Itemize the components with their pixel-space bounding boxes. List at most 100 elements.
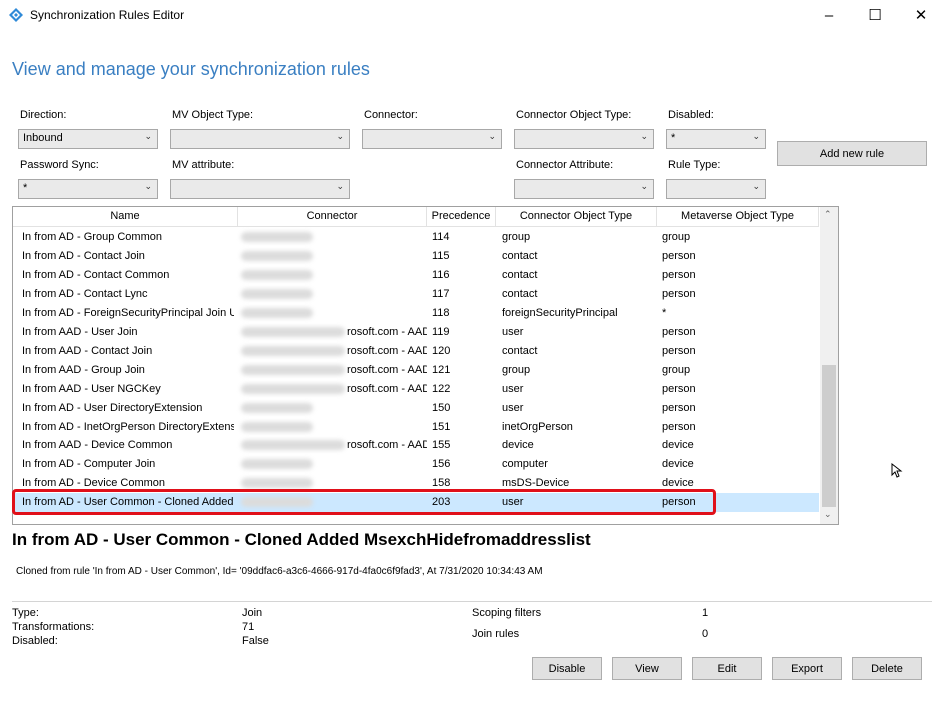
rule-details-title: In from AD - User Common - Cloned Added … [12, 530, 591, 549]
table-cell-mot: person [662, 325, 696, 338]
table-row[interactable]: In from AAD - User NGCKey rosoft.com - AA… [13, 380, 819, 399]
table-cell-name: In from AD - Computer Join [22, 458, 156, 471]
column-header-connector-object-type[interactable]: Connector Object Type [496, 207, 657, 227]
table-cell-cot: inetOrgPerson [502, 420, 573, 433]
export-button[interactable]: Export [772, 657, 842, 680]
rule-type-select[interactable]: ⌄ [666, 179, 766, 199]
connector-object-type-select[interactable]: ⌄ [514, 129, 654, 149]
table-cell-cot: foreignSecurityPrincipal [502, 306, 618, 319]
redacted-connector [241, 421, 313, 432]
close-button[interactable]: ✕ [898, 0, 944, 30]
table-cell-mot: person [662, 382, 696, 395]
table-cell-precedence: 122 [432, 382, 451, 395]
delete-button[interactable]: Delete [852, 657, 922, 680]
table-cell-precedence: 155 [432, 439, 451, 452]
table-row[interactable]: In from AD - Group Common 114 group group [13, 228, 819, 247]
redacted-connector [241, 440, 345, 451]
redacted-connector [241, 288, 313, 299]
mv-object-type-select[interactable]: ⌄ [170, 129, 350, 149]
mv-attribute-select[interactable]: ⌄ [170, 179, 350, 199]
table-cell-name: In from AAD - Contact Join [22, 344, 153, 357]
table-cell-cot: user [502, 382, 524, 395]
table-cell-cot: contact [502, 344, 538, 357]
table-row[interactable]: In from AD - User DirectoryExtension 150 u… [13, 399, 819, 418]
scroll-up-icon[interactable]: ⌃ [824, 209, 832, 220]
redacted-connector [241, 383, 345, 394]
edit-button[interactable]: Edit [692, 657, 762, 680]
column-header-connector[interactable]: Connector [238, 207, 427, 227]
disabled-status-label: Disabled: [12, 635, 58, 647]
column-header-metaverse-object-type[interactable]: Metaverse Object Type [657, 207, 819, 227]
maximize-icon: ☐ [868, 7, 882, 24]
table-row[interactable]: In from AD - Contact Join 115 contact perso… [13, 247, 819, 266]
column-header-name[interactable]: Name [13, 207, 238, 227]
disabled-select[interactable]: * ⌄ [666, 129, 766, 149]
connector-attribute-select[interactable]: ⌄ [514, 179, 654, 199]
disabled-value: * [671, 132, 676, 144]
table-row[interactable]: In from AAD - User Join rosoft.com - AAD 1… [13, 323, 819, 342]
chevron-down-icon: ⌄ [640, 181, 648, 191]
password-sync-select[interactable]: * ⌄ [18, 179, 158, 199]
table-cell-connector: rosoft.com - AAD [347, 439, 427, 452]
redacted-connector [241, 478, 313, 489]
maximize-button[interactable]: ☐ [852, 0, 898, 30]
table-cell-mot: person [662, 420, 696, 433]
scrollbar-thumb[interactable] [822, 365, 836, 507]
table-cell-name: In from AAD - Device Common [22, 439, 173, 452]
table-cell-connector: rosoft.com - AAD [347, 325, 427, 338]
table-row[interactable]: In from AD - Contact Common 116 contact per… [13, 266, 819, 285]
view-button[interactable]: View [612, 657, 682, 680]
rule-details-subtitle: Cloned from rule 'In from AD - User Comm… [16, 566, 543, 577]
table-cell-precedence: 121 [432, 363, 451, 376]
minimize-button[interactable]: – [806, 0, 852, 30]
table-row[interactable]: In from AD - InetOrgPerson DirectoryExte… [13, 418, 819, 437]
table-cell-cot: user [502, 401, 524, 414]
table-cell-connector: rosoft.com - AAD [347, 344, 427, 357]
connector-select[interactable]: ⌄ [362, 129, 502, 149]
close-icon: ✕ [914, 7, 928, 24]
join-rules-value: 0 [702, 628, 709, 640]
mouse-cursor-icon [891, 463, 903, 478]
table-row[interactable]: In from AAD - Group Join rosoft.com - AAD… [13, 361, 819, 380]
minimize-icon: – [824, 6, 834, 24]
table-row[interactable]: In from AD - Computer Join 156 computer dev… [13, 455, 819, 474]
table-cell-precedence: 114 [432, 231, 450, 243]
table-cell-cot: device [502, 439, 534, 452]
table-row[interactable]: In from AD - Contact Lync 117 contact perso… [13, 285, 819, 304]
type-value: Join [242, 607, 263, 619]
table-cell-name: In from AD - Device Common [22, 477, 166, 490]
table-cell-name: In from AD - Contact Lync [22, 287, 148, 300]
table-cell-precedence: 116 [432, 268, 450, 281]
table-cell-mot: person [662, 344, 696, 357]
table-cell-mot: person [662, 287, 696, 300]
column-header-precedence[interactable]: Precedence [427, 207, 496, 227]
table-row[interactable]: In from AAD - Contact Join rosoft.com - A… [13, 342, 819, 361]
table-cell-mot: person [662, 401, 696, 414]
direction-select[interactable]: Inbound ⌄ [18, 129, 158, 149]
table-cell-precedence: 118 [432, 306, 450, 319]
rules-grid[interactable]: Name Connector Precedence Connector Obje… [12, 206, 839, 525]
table-cell-precedence: 151 [432, 420, 451, 433]
window-title: Synchronization Rules Editor [30, 8, 185, 22]
table-cell-cot: contact [502, 268, 538, 281]
table-cell-precedence: 158 [432, 477, 451, 490]
rule-type-label: Rule Type: [668, 159, 721, 171]
add-new-rule-button[interactable]: Add new rule [777, 141, 927, 166]
table-cell-mot: device [662, 458, 694, 471]
table-cell-name: In from AAD - User Join [22, 325, 138, 338]
table-row[interactable]: In from AAD - Device Common rosoft.com - … [13, 436, 819, 455]
chevron-down-icon: ⌄ [488, 131, 496, 141]
chevron-down-icon: ⌄ [752, 181, 760, 191]
redacted-connector [241, 459, 313, 470]
scroll-down-icon[interactable]: ⌄ [824, 509, 832, 520]
direction-value: Inbound [23, 132, 63, 144]
join-rules-label: Join rules [472, 628, 520, 640]
table-cell-cot: msDS-Device [502, 477, 570, 490]
table-cell-name: In from AD - Contact Join [22, 249, 145, 262]
transformations-label: Transformations: [12, 621, 95, 633]
disable-button[interactable]: Disable [532, 657, 602, 680]
table-cell-name: In from AD - InetOrgPerson DirectoryExte… [22, 420, 234, 433]
table-cell-mot: group [662, 363, 691, 376]
table-row[interactable]: In from AD - ForeignSecurityPrincipal Jo… [13, 304, 819, 323]
table-cell-name: In from AD - Contact Common [22, 268, 170, 281]
